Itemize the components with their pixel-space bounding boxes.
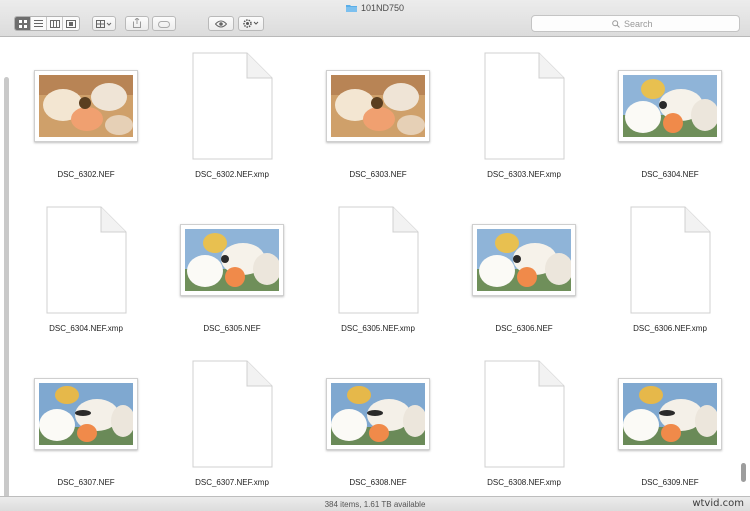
file-thumbnail-area <box>13 47 159 165</box>
file-name: DSC_6306.NEF <box>495 324 553 333</box>
watermark: wtvid.com <box>692 498 744 509</box>
file-name: DSC_6306.NEF.xmp <box>633 324 707 333</box>
file-item-document[interactable]: DSC_6305.NEF.xmp <box>305 195 451 345</box>
file-thumbnail-area <box>305 201 451 319</box>
file-item-document[interactable]: DSC_6303.NEF.xmp <box>451 41 597 191</box>
window-title-bar: 101ND750 <box>0 2 750 14</box>
file-browser-content: DSC_6302.NEF DSC_6302.NEF.xmp DSC_6303.NEF… <box>0 37 750 507</box>
file-thumbnail-area <box>451 47 597 165</box>
document-icon <box>191 52 273 160</box>
view-mode-switcher <box>14 16 80 31</box>
file-thumbnail-area <box>451 355 597 473</box>
eye-icon <box>214 15 228 33</box>
file-thumbnail-area <box>451 201 597 319</box>
file-thumbnail-area <box>597 355 743 473</box>
file-item-photo[interactable]: DSC_6309.NEF <box>597 349 743 499</box>
photo-thumbnail <box>34 70 138 142</box>
file-name: DSC_6302.NEF.xmp <box>195 170 269 179</box>
photo-thumbnail <box>618 70 722 142</box>
file-name: DSC_6302.NEF <box>57 170 115 179</box>
file-thumbnail-area <box>13 201 159 319</box>
file-name: DSC_6305.NEF.xmp <box>341 324 415 333</box>
action-button[interactable] <box>238 16 264 31</box>
file-name: DSC_6305.NEF <box>203 324 261 333</box>
file-thumbnail-area <box>13 355 159 473</box>
search-placeholder: Search <box>624 18 653 29</box>
toolbar: 101ND750 Search <box>0 0 750 37</box>
document-icon <box>483 52 565 160</box>
photo-thumbnail <box>180 224 284 296</box>
file-name: DSC_6303.NEF.xmp <box>487 170 561 179</box>
file-name: DSC_6304.NEF.xmp <box>49 324 123 333</box>
file-item-document[interactable]: DSC_6304.NEF.xmp <box>13 195 159 345</box>
file-thumbnail-area <box>305 47 451 165</box>
file-item-photo[interactable]: DSC_6302.NEF <box>13 41 159 191</box>
quick-look-button[interactable] <box>208 16 234 31</box>
list-view-icon[interactable] <box>31 17 47 30</box>
document-icon <box>191 360 273 468</box>
window-title: 101ND750 <box>360 3 405 13</box>
file-name: DSC_6309.NEF <box>641 478 699 487</box>
file-thumbnail-area <box>159 47 305 165</box>
arrange-button[interactable] <box>92 16 116 31</box>
search-field[interactable]: Search <box>531 15 740 32</box>
column-view-icon[interactable] <box>47 17 63 30</box>
file-item-document[interactable]: DSC_6302.NEF.xmp <box>159 41 305 191</box>
share-button[interactable] <box>125 16 149 31</box>
file-thumbnail-area <box>159 355 305 473</box>
search-icon <box>612 15 620 33</box>
file-name: DSC_6308.NEF.xmp <box>487 478 561 487</box>
status-bar: 384 items, 1.61 TB available <box>0 496 750 511</box>
file-name: DSC_6308.NEF <box>349 478 407 487</box>
file-name: DSC_6307.NEF.xmp <box>195 478 269 487</box>
share-icon <box>133 15 141 33</box>
photo-thumbnail <box>34 378 138 450</box>
file-item-document[interactable]: DSC_6307.NEF.xmp <box>159 349 305 499</box>
vertical-scrollbar-thumb[interactable] <box>741 463 746 482</box>
document-icon <box>629 206 711 314</box>
cover-flow-icon[interactable] <box>63 17 79 30</box>
file-item-document[interactable]: DSC_6308.NEF.xmp <box>451 349 597 499</box>
file-name: DSC_6303.NEF <box>349 170 407 179</box>
file-thumbnail-area <box>597 47 743 165</box>
document-icon <box>483 360 565 468</box>
finder-window: 101ND750 Search DSC_6302.NEF DSC_6302.NE… <box>0 0 750 511</box>
tag-button[interactable] <box>152 16 176 31</box>
file-thumbnail-area <box>597 201 743 319</box>
tag-icon <box>158 15 170 33</box>
file-item-photo[interactable]: DSC_6307.NEF <box>13 349 159 499</box>
icon-view-icon[interactable] <box>15 17 31 30</box>
file-item-photo[interactable]: DSC_6304.NEF <box>597 41 743 191</box>
file-thumbnail-area <box>305 355 451 473</box>
file-item-document[interactable]: DSC_6306.NEF.xmp <box>597 195 743 345</box>
photo-thumbnail <box>618 378 722 450</box>
file-item-photo[interactable]: DSC_6303.NEF <box>305 41 451 191</box>
document-icon <box>337 206 419 314</box>
icon-grid: DSC_6302.NEF DSC_6302.NEF.xmp DSC_6303.NEF… <box>0 37 740 496</box>
photo-thumbnail <box>326 70 430 142</box>
photo-thumbnail <box>326 378 430 450</box>
file-name: DSC_6307.NEF <box>57 478 115 487</box>
file-item-photo[interactable]: DSC_6308.NEF <box>305 349 451 499</box>
document-icon <box>45 206 127 314</box>
status-text: 384 items, 1.61 TB available <box>324 499 426 509</box>
arrange-icon <box>96 15 112 33</box>
folder-icon <box>345 4 357 12</box>
file-thumbnail-area <box>159 201 305 319</box>
photo-thumbnail <box>472 224 576 296</box>
file-item-photo[interactable]: DSC_6305.NEF <box>159 195 305 345</box>
file-name: DSC_6304.NEF <box>641 170 699 179</box>
gear-icon <box>243 15 259 33</box>
file-item-photo[interactable]: DSC_6306.NEF <box>451 195 597 345</box>
